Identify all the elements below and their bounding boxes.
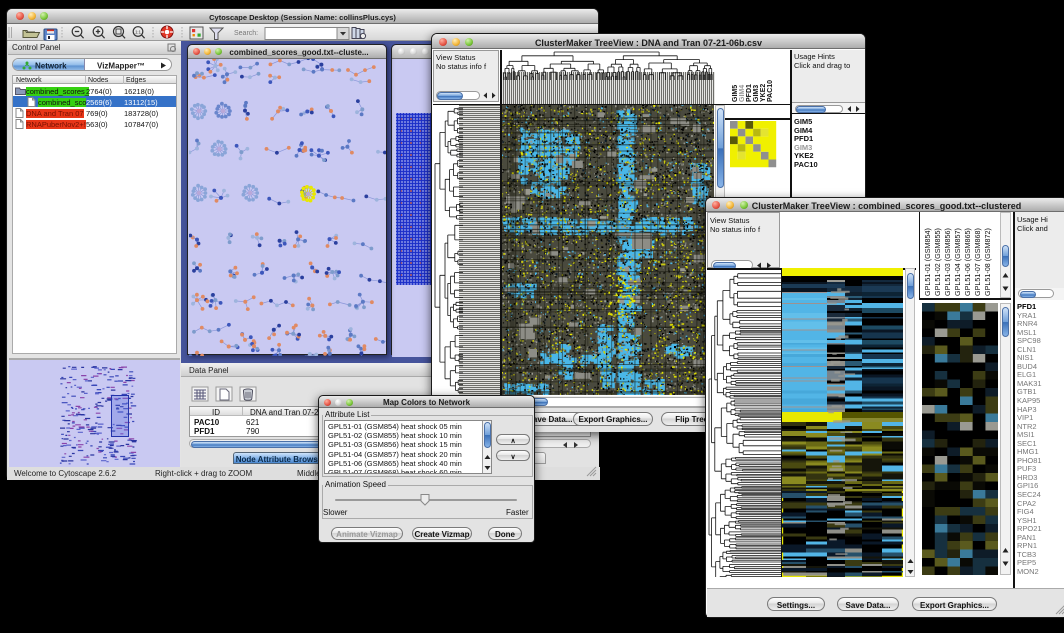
svg-text:GPL51-04 (GSM857): GPL51-04 (GSM857) <box>953 228 962 296</box>
svg-text:Network: Network <box>35 62 67 71</box>
svg-text:1:1: 1:1 <box>135 29 141 34</box>
svg-text:PFD1: PFD1 <box>746 84 753 102</box>
svg-text:GIM4: GIM4 <box>739 85 746 102</box>
svg-text:GPL51-07 (GSM868): GPL51-07 (GSM868) <box>973 228 982 296</box>
svg-text:GPL51-01 (GSM854): GPL51-01 (GSM854) <box>923 228 932 296</box>
svg-text:VizMapper™: VizMapper™ <box>97 62 145 71</box>
svg-text:GPL51-02 (GSM855): GPL51-02 (GSM855) <box>933 228 942 296</box>
svg-text:GIM3: GIM3 <box>753 85 760 102</box>
svg-text:GIM5: GIM5 <box>732 85 739 102</box>
svg-text:GPL51-08 (GSM872): GPL51-08 (GSM872) <box>983 228 992 296</box>
svg-text:Search:: Search: <box>234 30 258 37</box>
svg-text:GPL51-06 (GSM865): GPL51-06 (GSM865) <box>963 228 972 296</box>
svg-text:GPL51-03 (GSM856): GPL51-03 (GSM856) <box>943 228 952 296</box>
svg-text:YKE2: YKE2 <box>760 84 767 102</box>
svg-text:PAC10: PAC10 <box>767 80 774 102</box>
